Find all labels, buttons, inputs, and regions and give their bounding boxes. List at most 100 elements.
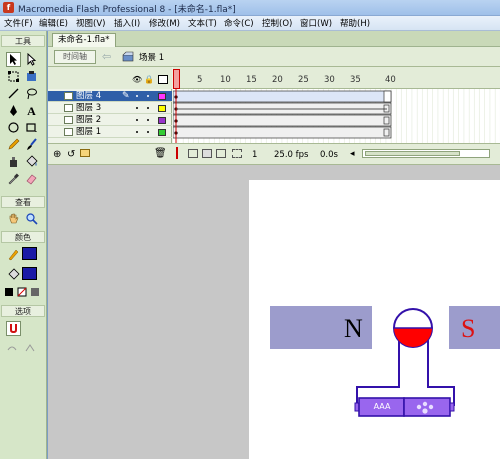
ruler-tick: 25 — [298, 75, 309, 85]
free-transform-icon[interactable] — [6, 69, 21, 84]
rectangle-icon[interactable] — [24, 120, 39, 135]
zoom-icon[interactable] — [24, 211, 39, 226]
onion-outline-icon[interactable] — [202, 149, 212, 158]
eyedropper-icon[interactable] — [6, 171, 21, 186]
back-arrow-icon[interactable]: ⇦ — [102, 50, 111, 64]
view-header: 查看 — [1, 196, 45, 208]
smooth-straighten-icon[interactable] — [6, 341, 42, 356]
layer-icon — [64, 92, 73, 100]
stroke-color-swatch[interactable] — [22, 247, 37, 260]
visibility-dot[interactable] — [136, 95, 138, 97]
pencil-icon[interactable] — [6, 137, 21, 152]
layer-icon — [64, 128, 73, 136]
subselect-icon[interactable] — [24, 52, 39, 67]
outline-icon[interactable] — [158, 75, 168, 84]
stroke-color-icon[interactable] — [6, 247, 21, 262]
add-guide-icon[interactable]: ↺ — [67, 149, 75, 160]
line-icon[interactable] — [6, 86, 21, 101]
layer-color-swatch[interactable] — [158, 129, 166, 136]
lock-icon[interactable]: 🔒 — [144, 75, 154, 84]
frame-ruler[interactable]: 5 10 15 20 25 30 35 40 — [173, 67, 500, 89]
document-tab-bar: 未命名-1.fla* — [48, 31, 500, 47]
onion-markers-icon[interactable] — [232, 149, 242, 158]
menu-commands[interactable]: 命令(C) — [224, 17, 254, 29]
menu-view[interactable]: 视图(V) — [76, 17, 105, 29]
menu-bar: 文件(F) 编辑(E) 视图(V) 插入(I) 修改(M) 文本(T) 命令(C… — [0, 16, 500, 31]
onion-skin-icon[interactable] — [188, 149, 198, 158]
fill-color-swatch[interactable] — [22, 267, 37, 280]
layer-row[interactable]: 图层 1 — [48, 127, 172, 138]
layer-name: 图层 2 — [76, 115, 102, 125]
frame-cells[interactable] — [173, 89, 500, 143]
add-layer-icon[interactable]: ⊕ — [53, 149, 61, 160]
menu-text[interactable]: 文本(T) — [188, 17, 217, 29]
layer-color-swatch[interactable] — [158, 117, 166, 124]
document-tab[interactable]: 未命名-1.fla* — [52, 33, 116, 47]
fill-transform-icon[interactable] — [24, 69, 39, 84]
lock-dot[interactable] — [147, 107, 149, 109]
oval-icon[interactable] — [6, 120, 21, 135]
text-icon[interactable]: A — [24, 103, 39, 118]
timeline-footer: ⊕ ↺ 🗑 1 25.0 fps 0.0s ◂ — [48, 143, 500, 164]
current-frame: 1 — [252, 150, 258, 160]
stage[interactable]: N S AAA — [249, 180, 500, 459]
trash-icon[interactable]: 🗑 — [154, 148, 167, 159]
tools-panel: 工具 A 查看 颜色 选项 — [0, 31, 47, 459]
brush-icon[interactable] — [24, 137, 39, 152]
n-label: N — [344, 314, 363, 343]
options-header: 选项 — [1, 305, 45, 317]
lock-dot[interactable] — [147, 119, 149, 121]
menu-modify[interactable]: 修改(M) — [149, 17, 180, 29]
arrow-icon[interactable] — [6, 52, 21, 67]
hand-icon[interactable] — [6, 211, 21, 226]
frame-rate[interactable]: 25.0 fps — [274, 150, 308, 160]
layer-name: 图层 3 — [76, 103, 102, 113]
lock-dot[interactable] — [147, 131, 149, 133]
layer-header: 👁 🔒 — [48, 67, 172, 89]
ink-bottle-icon[interactable] — [6, 154, 21, 169]
menu-control[interactable]: 控制(O) — [262, 17, 292, 29]
color-options-icon[interactable] — [4, 285, 44, 300]
layer-row[interactable]: 图层 2 — [48, 115, 172, 126]
wire-left — [356, 340, 400, 406]
tools-header: 工具 — [1, 35, 45, 47]
svg-text:A: A — [27, 104, 36, 117]
timeline-toggle-button[interactable]: 时间轴 — [54, 50, 96, 64]
visibility-dot[interactable] — [136, 131, 138, 133]
scrollbar-thumb[interactable] — [365, 151, 460, 156]
visibility-dot[interactable] — [136, 107, 138, 109]
layer-row[interactable]: 图层 3 — [48, 103, 172, 114]
layer-row[interactable]: 图层 4 ✎ — [48, 91, 172, 102]
eye-icon[interactable]: 👁 — [132, 75, 142, 84]
eraser-icon[interactable] — [24, 171, 39, 186]
layer-color-swatch[interactable] — [158, 93, 166, 100]
playhead-icon[interactable] — [173, 69, 180, 89]
menu-help[interactable]: 帮助(H) — [340, 17, 370, 29]
wire-right — [427, 340, 455, 406]
menu-window[interactable]: 窗口(W) — [300, 17, 332, 29]
menu-file[interactable]: 文件(F) — [4, 17, 33, 29]
ruler-tick: 30 — [324, 75, 335, 85]
lock-dot[interactable] — [147, 95, 149, 97]
menu-edit[interactable]: 编辑(E) — [39, 17, 68, 29]
edit-multiple-icon[interactable] — [216, 149, 226, 158]
paint-bucket-icon[interactable] — [24, 154, 39, 169]
ruler-tick: 35 — [350, 75, 361, 85]
timeline-scrollbar[interactable] — [362, 149, 490, 158]
center-frame-icon[interactable] — [176, 147, 178, 159]
layer-color-swatch[interactable] — [158, 105, 166, 112]
layer-icon — [64, 116, 73, 124]
battery-right[interactable] — [403, 397, 451, 417]
ruler-tick: 10 — [220, 75, 231, 85]
menu-insert[interactable]: 插入(I) — [114, 17, 140, 29]
pen-icon[interactable] — [6, 103, 21, 118]
snap-magnet-icon[interactable] — [6, 321, 21, 336]
scroll-left-icon[interactable]: ◂ — [350, 149, 355, 159]
ruler-tick: 5 — [197, 75, 203, 85]
visibility-dot[interactable] — [136, 119, 138, 121]
add-folder-icon[interactable] — [80, 149, 90, 157]
lasso-icon[interactable] — [24, 86, 39, 101]
layer-name: 图层 1 — [76, 127, 102, 137]
ruler-tick: 20 — [272, 75, 283, 85]
fill-color-icon[interactable] — [6, 267, 21, 282]
